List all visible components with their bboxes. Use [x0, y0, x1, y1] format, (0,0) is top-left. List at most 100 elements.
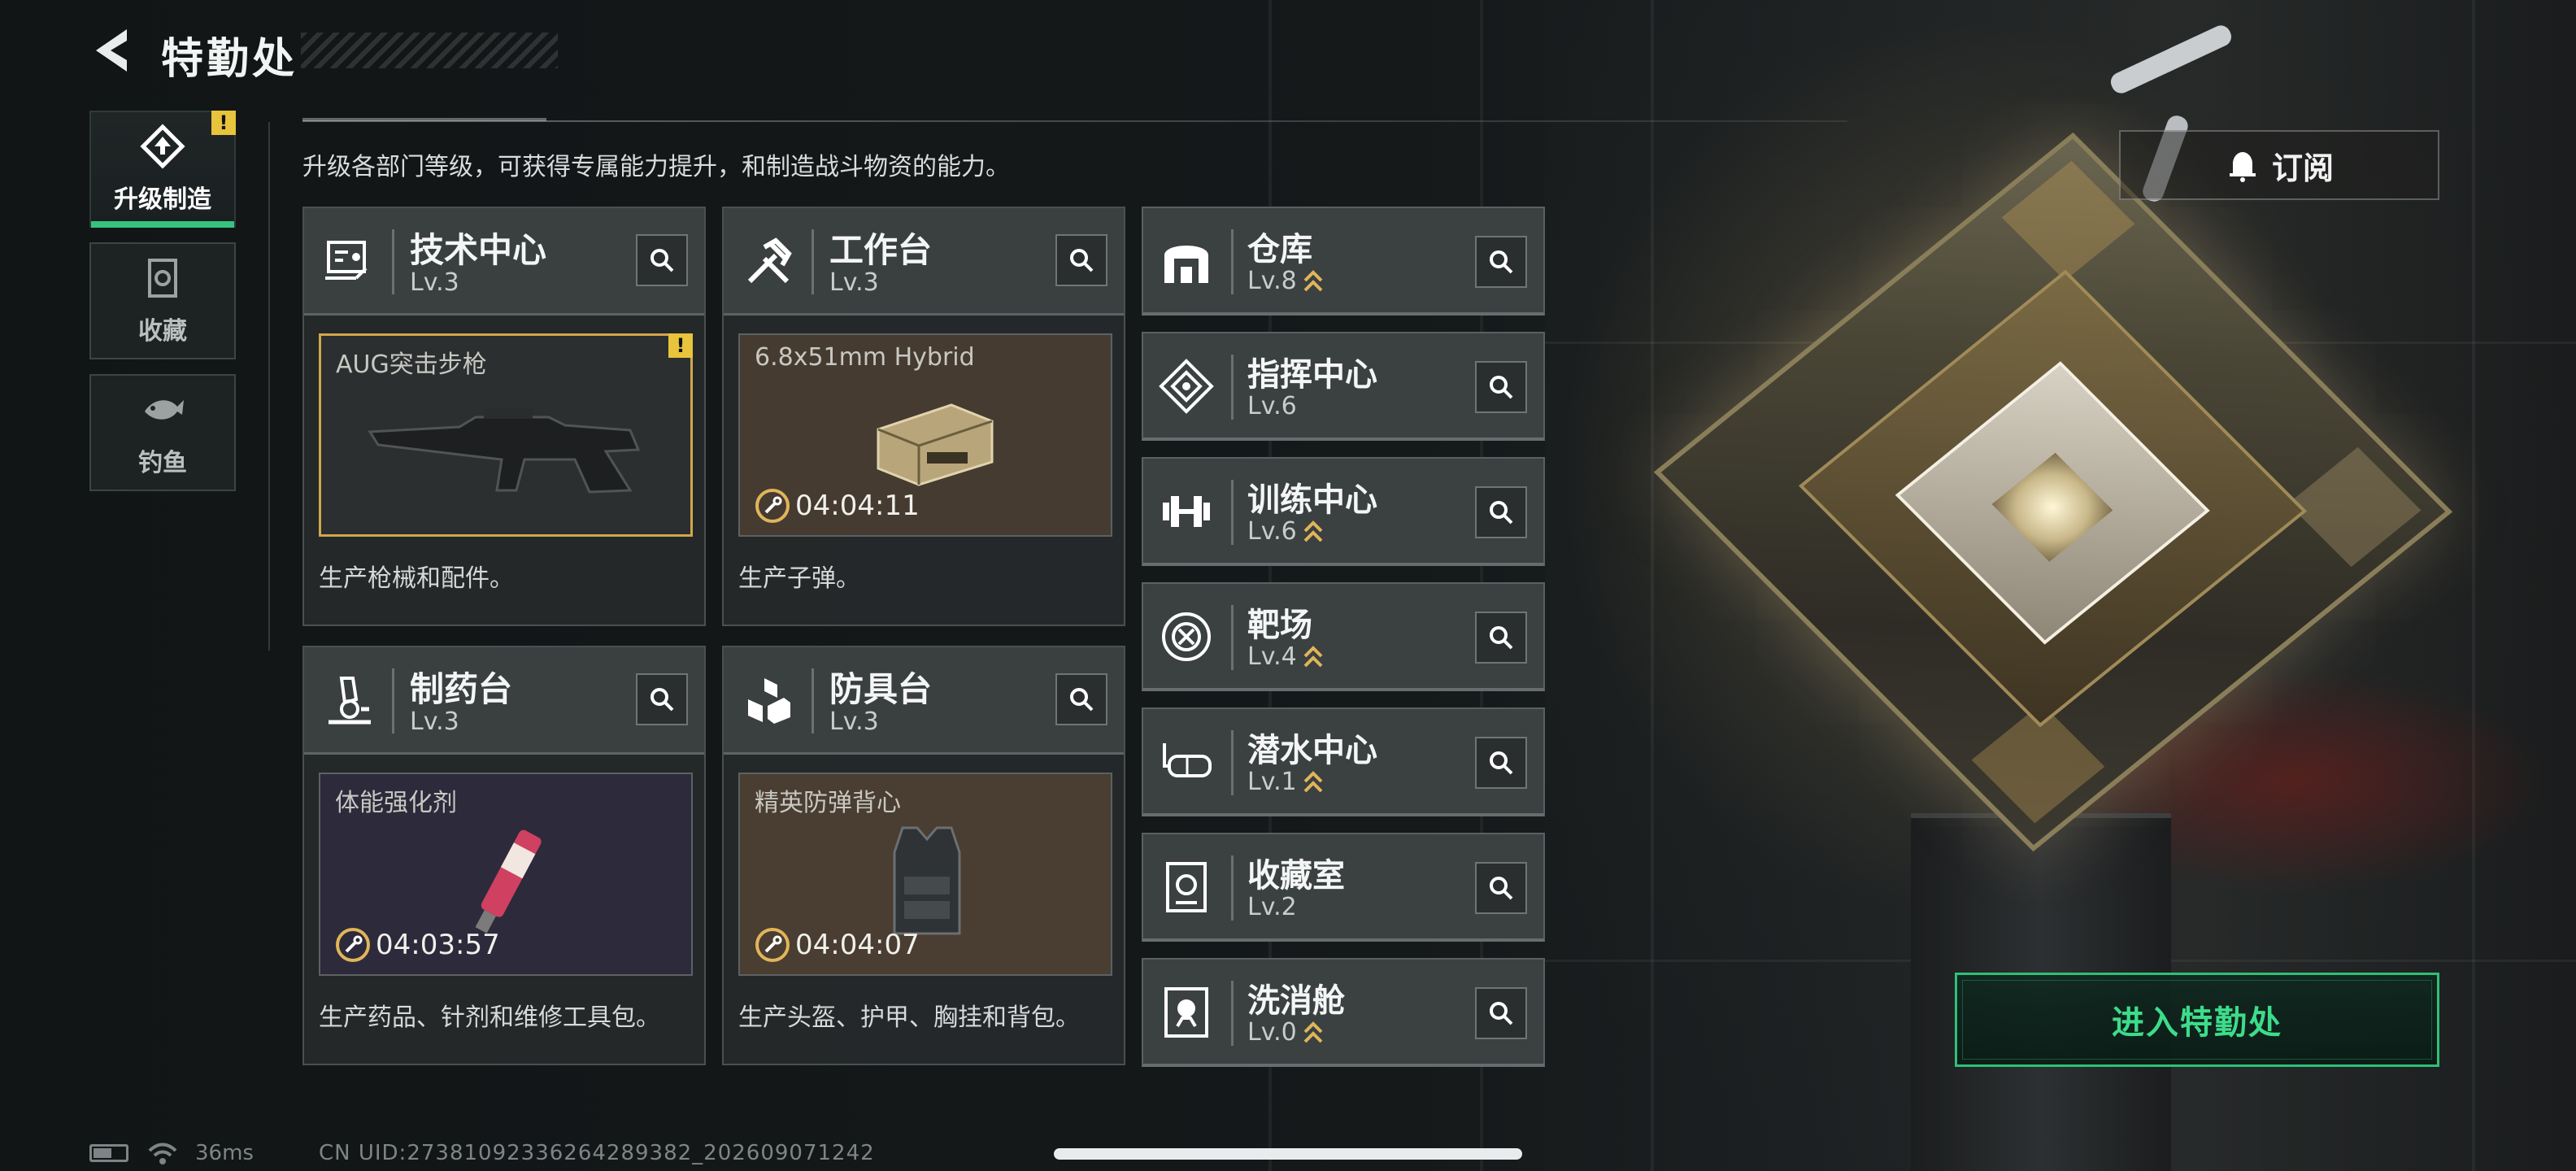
- search-button[interactable]: [1475, 361, 1527, 413]
- production-item-slot[interactable]: AUG突击步枪 !: [319, 333, 693, 537]
- production-item-slot[interactable]: 精英防弹背心 04:04:07: [738, 773, 1112, 976]
- divider: [1231, 605, 1234, 670]
- workstation-name: 工作台: [829, 230, 933, 270]
- workstation-level: Lv.3: [829, 268, 879, 297]
- facility-name: 仓库: [1247, 231, 1312, 268]
- facility-level: Lv.1: [1247, 768, 1323, 796]
- facility-level-text: Lv.0: [1247, 1018, 1297, 1047]
- search-button[interactable]: [1055, 673, 1107, 725]
- facility-collection-room[interactable]: 收藏室 Lv.2: [1142, 833, 1545, 942]
- search-button[interactable]: [1055, 234, 1107, 286]
- divider: [1231, 730, 1234, 795]
- facility-training-center[interactable]: 训练中心 Lv.6: [1142, 457, 1545, 566]
- item-name: 精英防弹背心: [755, 789, 901, 817]
- facility-diving-center[interactable]: 潜水中心 Lv.1: [1142, 707, 1545, 816]
- search-icon: [1070, 688, 1094, 712]
- facility-decontamination[interactable]: 洗消舱 Lv.0: [1142, 958, 1545, 1067]
- home-indicator[interactable]: [1054, 1148, 1522, 1160]
- workstation-header: 防具台 Lv.3: [724, 647, 1124, 755]
- facility-command-center[interactable]: 指挥中心 Lv.6: [1142, 332, 1545, 441]
- item-name: 体能强化剂: [335, 789, 457, 817]
- wrench-timer-icon: [336, 928, 370, 962]
- search-button[interactable]: [1475, 862, 1527, 914]
- enter-special-ops-button[interactable]: 进入特勤处: [1955, 973, 2439, 1067]
- dumbbell-icon: [1158, 483, 1215, 540]
- workstation-header: 技术中心 Lv.3: [304, 208, 704, 316]
- page-description: 升级各部门等级，可获得专属能力提升，和制造战斗物资的能力。: [302, 153, 1010, 181]
- production-item-slot[interactable]: 体能强化剂 04:03:57: [319, 773, 693, 976]
- search-button[interactable]: [1475, 987, 1527, 1039]
- item-name: 6.8x51mm Hybrid: [755, 343, 975, 372]
- facility-level: Lv.8: [1247, 267, 1323, 295]
- production-timer: 04:04:11: [755, 488, 920, 524]
- page-title: 特勤处: [161, 35, 298, 84]
- search-icon: [1490, 751, 1513, 775]
- search-icon: [1490, 501, 1513, 525]
- workstation-description: 生产子弹。: [738, 564, 860, 593]
- facility-name: 收藏室: [1247, 857, 1345, 895]
- facility-level-text: Lv.6: [1247, 517, 1297, 546]
- facility-level-text: Lv.4: [1247, 642, 1297, 671]
- production-item-slot[interactable]: 6.8x51mm Hybrid 04:04:11: [738, 333, 1112, 537]
- target-icon: [1158, 608, 1215, 665]
- battery-icon: [89, 1144, 128, 1162]
- tab-fishing[interactable]: 钓鱼: [89, 374, 236, 491]
- workstation-header: 制药台 Lv.3: [304, 647, 704, 755]
- wifi-icon: [148, 1143, 177, 1164]
- fish-icon: [140, 387, 185, 433]
- search-button[interactable]: [1475, 236, 1527, 288]
- facility-level: Lv.0: [1247, 1018, 1323, 1047]
- warning-badge: !: [211, 111, 236, 135]
- facility-name: 训练中心: [1247, 481, 1377, 519]
- production-timer: 04:03:57: [335, 927, 500, 963]
- workstation-card-workbench[interactable]: 工作台 Lv.3 6.8x51mm Hybrid 04:04:11 生产子弹。: [722, 207, 1125, 626]
- circuit-board-icon: [320, 233, 379, 291]
- tab-label: 升级制造: [114, 185, 211, 214]
- tab-upgrade-manufacture[interactable]: ! 升级制造: [89, 111, 236, 228]
- upgrade-icon: [140, 124, 185, 169]
- collection-room-icon: [1158, 859, 1215, 916]
- warning-badge: !: [668, 333, 693, 358]
- workstation-header: 工作台 Lv.3: [724, 208, 1124, 316]
- workstation-name: 制药台: [410, 669, 513, 709]
- facility-level: Lv.6: [1247, 392, 1297, 420]
- divider: [1231, 855, 1234, 921]
- cube-core: [1991, 452, 2113, 562]
- facility-level-text: Lv.6: [1247, 392, 1297, 420]
- divider: [392, 229, 394, 294]
- upgrade-arrow-icon: [1303, 1021, 1323, 1043]
- enter-button-label: 进入特勤处: [2112, 1004, 2282, 1042]
- facility-level: Lv.2: [1247, 893, 1297, 921]
- facility-level: Lv.6: [1247, 517, 1323, 546]
- workstation-card-pharmacy[interactable]: 制药台 Lv.3 体能强化剂 04:03:57 生产药品、针剂和维修工具包。: [302, 646, 706, 1065]
- title-stripes: [301, 33, 558, 68]
- facility-level-text: Lv.8: [1247, 267, 1297, 295]
- facility-level-text: Lv.2: [1247, 893, 1297, 921]
- timer-text: 04:04:07: [795, 929, 920, 961]
- facility-shooting-range[interactable]: 靶场 Lv.4: [1142, 582, 1545, 691]
- search-button[interactable]: [636, 673, 688, 725]
- workstation-description: 生产枪械和配件。: [319, 564, 514, 593]
- facility-warehouse[interactable]: 仓库 Lv.8: [1142, 207, 1545, 316]
- search-button[interactable]: [1475, 737, 1527, 789]
- subscribe-button[interactable]: 订阅: [2119, 130, 2439, 200]
- rifle-image: [368, 407, 641, 494]
- facility-level-text: Lv.1: [1247, 768, 1297, 796]
- subscribe-label: 订阅: [2271, 150, 2334, 186]
- tab-collection[interactable]: 收藏: [89, 242, 236, 359]
- tab-label: 收藏: [138, 317, 187, 346]
- search-icon: [1490, 250, 1513, 274]
- workstation-card-armor[interactable]: 防具台 Lv.3 精英防弹背心 04:04:07 生产头盔、护甲、胸挂和背包。: [722, 646, 1125, 1065]
- back-arrow-icon[interactable]: [88, 24, 133, 76]
- upgrade-arrow-icon: [1303, 520, 1323, 542]
- divider: [812, 229, 814, 294]
- workstation-card-tech-center[interactable]: 技术中心 Lv.3 AUG突击步枪 ! 生产枪械和配件。: [302, 207, 706, 626]
- search-button[interactable]: [1475, 486, 1527, 538]
- search-button[interactable]: [1475, 612, 1527, 664]
- search-icon: [1070, 249, 1094, 272]
- uid-text: CN UID:27381092336264289382_202609071242: [318, 1141, 875, 1165]
- workstation-description: 生产头盔、护甲、胸挂和背包。: [738, 1003, 1080, 1032]
- divider: [1231, 355, 1234, 420]
- search-button[interactable]: [636, 234, 688, 286]
- workstation-level: Lv.3: [410, 707, 459, 736]
